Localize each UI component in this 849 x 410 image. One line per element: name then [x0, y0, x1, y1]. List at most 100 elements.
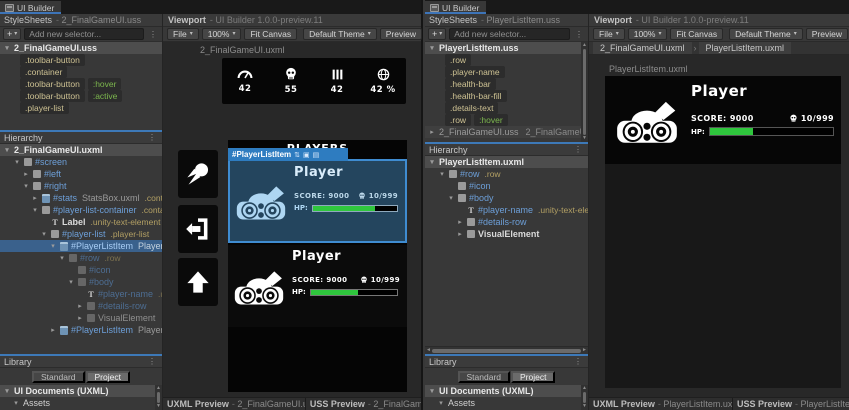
hierarchy-row[interactable]: ▾ #body — [0, 276, 162, 288]
fit-canvas-button[interactable]: Fit Canvas — [670, 28, 724, 40]
hierarchy-row[interactable]: ▸ VisualElement — [0, 312, 162, 324]
library-tab-standard[interactable]: Standard — [457, 370, 511, 383]
stats-box[interactable]: 42 55 42 42 % — [222, 58, 406, 104]
expander-open-icon[interactable]: ▾ — [437, 399, 445, 407]
expander-open-icon[interactable]: ▾ — [428, 44, 436, 52]
hierarchy-row[interactable]: ▾ #screen — [0, 156, 162, 168]
tab-ui-builder-left[interactable]: UI Builder — [0, 1, 62, 14]
hierarchy-row[interactable]: ▾ #PlayerListItem PlayerListItem.u — [0, 240, 162, 252]
add-selector-button[interactable]: + ▾ — [3, 28, 22, 40]
selector-row[interactable]: .row — [425, 54, 588, 66]
expander-open-icon[interactable]: ▾ — [3, 44, 11, 52]
expander-closed-icon[interactable]: ▸ — [22, 170, 30, 178]
selection-header-tab[interactable]: #PlayerListItem ⇅ ▣ ▤ — [228, 148, 348, 161]
unlink-icon[interactable]: ▤ — [313, 151, 320, 159]
expander-open-icon[interactable]: ▾ — [12, 399, 20, 407]
hierarchy-row[interactable]: #icon — [0, 264, 162, 276]
scrollbar-thumb[interactable] — [157, 392, 160, 403]
expander-open-icon[interactable]: ▾ — [22, 182, 30, 190]
expander-open-icon[interactable]: ▾ — [67, 278, 75, 286]
hierarchy-root-row[interactable]: ▾ 2_FinalGameUI.uxml — [0, 144, 162, 156]
expander-closed-icon[interactable]: ▸ — [31, 194, 39, 202]
comet-toolbar-button[interactable] — [178, 150, 218, 198]
selector-row[interactable]: .toolbar-button:hover — [0, 78, 162, 90]
kebab-menu-icon[interactable]: ⋮ — [572, 357, 584, 366]
vertical-scrollbar[interactable]: ▲ ▼ — [155, 385, 162, 410]
selector-row[interactable]: .details-text — [425, 102, 588, 114]
library-tab-project[interactable]: Project — [511, 370, 556, 383]
exit-toolbar-button[interactable] — [178, 205, 218, 253]
add-selector-input[interactable] — [24, 28, 144, 40]
scroll-right-icon[interactable]: ► — [582, 348, 587, 353]
inactive-stylesheet-row[interactable]: ▸2_FinalGameUI.uss 2_FinalGameUI.uxml — [425, 126, 588, 138]
expander-closed-icon[interactable]: ▸ — [428, 128, 436, 136]
library-tab-project[interactable]: Project — [85, 370, 130, 383]
selector-row[interactable]: .player-list — [0, 102, 162, 114]
library-section-row[interactable]: ▾ UI Documents (UXML) — [425, 385, 588, 397]
scroll-up-icon[interactable]: ▲ — [156, 386, 161, 391]
expander-closed-icon[interactable]: ▸ — [456, 218, 464, 226]
hierarchy-row[interactable]: ▾ #player-list .player-list — [0, 228, 162, 240]
hierarchy-row[interactable]: T Label .unity-text-element .unity- — [0, 216, 162, 228]
expander-open-icon[interactable]: ▾ — [31, 206, 39, 214]
hierarchy-row[interactable]: T #player-name .unity-text-element .u — [425, 204, 588, 216]
expander-open-icon[interactable]: ▾ — [438, 170, 446, 178]
hierarchy-row[interactable]: ▸ #left — [0, 168, 162, 180]
up-toolbar-button[interactable] — [178, 258, 218, 306]
selector-row[interactable]: .player-name — [425, 66, 588, 78]
expander-closed-icon[interactable]: ▸ — [49, 326, 57, 334]
hierarchy-row[interactable]: ▾ #body — [425, 192, 588, 204]
expander-closed-icon[interactable]: ▸ — [456, 230, 464, 238]
expander-closed-icon[interactable]: ▸ — [76, 314, 84, 322]
hierarchy-root-row[interactable]: ▾ PlayerListItem.uxml — [425, 156, 588, 168]
expander-closed-icon[interactable]: ▸ — [76, 302, 84, 310]
hierarchy-row[interactable]: ▾ #row .row — [425, 168, 588, 180]
library-tab-standard[interactable]: Standard — [32, 370, 85, 383]
hierarchy-row[interactable]: ▸ VisualElement — [425, 228, 588, 240]
scroll-down-icon[interactable]: ▼ — [582, 404, 587, 409]
scroll-down-icon[interactable]: ▼ — [156, 404, 161, 409]
reorder-icon[interactable]: ⇅ — [294, 151, 300, 159]
scroll-up-icon[interactable]: ▲ — [582, 386, 587, 391]
scroll-down-icon[interactable]: ▼ — [582, 136, 587, 141]
vertical-scrollbar[interactable]: ▲ ▼ — [581, 385, 588, 410]
preview-button[interactable]: Preview — [379, 28, 422, 40]
breadcrumb-item-root[interactable]: 2_FinalGameUI.uxml — [593, 42, 692, 54]
hierarchy-row[interactable]: ▸ #stats StatsBox.uxml .container — [0, 192, 162, 204]
expander-open-icon[interactable]: ▾ — [3, 146, 11, 154]
kebab-menu-icon[interactable]: ⋮ — [146, 357, 158, 366]
file-menu-button[interactable]: File ▾ — [167, 28, 199, 40]
expander-open-icon[interactable]: ▾ — [428, 387, 436, 395]
expander-open-icon[interactable]: ▾ — [40, 230, 48, 238]
tab-ui-builder-right[interactable]: UI Builder — [425, 1, 487, 14]
stylesheet-root-row[interactable]: ▾ 2_FinalGameUI.uss — [0, 42, 162, 54]
library-section-row[interactable]: ▾ Assets — [425, 397, 588, 409]
scroll-up-icon[interactable]: ▲ — [582, 43, 587, 48]
expander-open-icon[interactable]: ▾ — [447, 194, 455, 202]
theme-select[interactable]: Default Theme ▾ — [729, 28, 803, 40]
library-section-row[interactable]: ▾ UI Documents (UXML) — [0, 385, 162, 397]
vertical-scrollbar[interactable]: ▲ ▼ — [581, 42, 588, 142]
expander-open-icon[interactable]: ▾ — [428, 158, 436, 166]
hierarchy-row[interactable]: ▾ #right — [0, 180, 162, 192]
hierarchy-row[interactable]: T #player-name .unity-text- — [0, 288, 162, 300]
theme-select[interactable]: Default Theme ▾ — [303, 28, 377, 40]
player-list-item-preview[interactable]: Player SCORE: 9000 10/999 HP: — [605, 76, 841, 164]
scrollbar-thumb[interactable] — [583, 392, 586, 403]
preview-button[interactable]: Preview — [805, 28, 848, 40]
player-list-item-selected[interactable]: Player SCORE: 9000 10/999 HP: — [228, 159, 407, 243]
instance-icon[interactable]: ▣ — [303, 151, 310, 159]
player-list-item[interactable]: Player SCORE: 9000 10/999 HP: — [228, 245, 407, 327]
scroll-left-icon[interactable]: ◄ — [426, 348, 431, 353]
hierarchy-row[interactable]: ▾ #player-list-container .container — [0, 204, 162, 216]
file-menu-button[interactable]: File ▾ — [593, 28, 625, 40]
fit-canvas-button[interactable]: Fit Canvas — [244, 28, 298, 40]
kebab-menu-icon[interactable]: ⋮ — [146, 133, 158, 142]
zoom-level-button[interactable]: 100% ▾ — [201, 28, 242, 40]
selector-row[interactable]: .container — [0, 66, 162, 78]
hierarchy-row[interactable]: ▸ #details-row — [0, 300, 162, 312]
kebab-menu-icon[interactable]: ⋮ — [572, 145, 584, 154]
expander-open-icon[interactable]: ▾ — [58, 254, 66, 262]
selector-row[interactable]: .health-bar-fill — [425, 90, 588, 102]
breadcrumb-item-current[interactable]: PlayerListItem.uxml — [698, 42, 792, 54]
